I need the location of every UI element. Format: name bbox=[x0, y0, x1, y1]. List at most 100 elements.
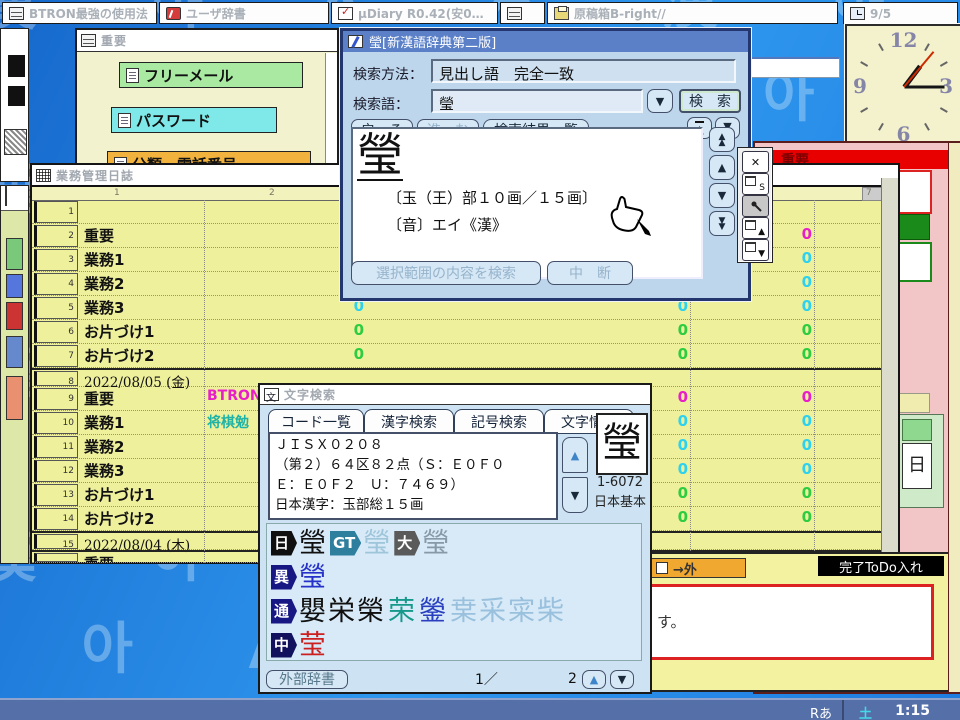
candidate-chars[interactable]: 鎣 bbox=[419, 598, 448, 625]
cell-value[interactable]: 0 bbox=[644, 345, 688, 363]
row-number[interactable]: 12 bbox=[34, 460, 78, 482]
row-label-cell[interactable]: 重要 bbox=[84, 388, 114, 409]
row-number[interactable]: 1 bbox=[34, 201, 78, 223]
table-row[interactable]: 6 お片づけ1 0 0 0 bbox=[32, 320, 894, 344]
tab-kanji-search[interactable]: 漢字検索 bbox=[364, 409, 454, 434]
cell-value[interactable]: 0 bbox=[768, 321, 812, 339]
table-row[interactable]: 7 お片づけ2 0 0 0 bbox=[32, 344, 894, 368]
pin-button[interactable] bbox=[742, 195, 769, 217]
row-number[interactable]: 2 bbox=[34, 225, 78, 247]
row-label-cell[interactable]: 業務2 bbox=[84, 436, 124, 457]
row-label-cell[interactable]: 業務3 bbox=[84, 460, 124, 481]
window-tab-genkobako[interactable]: 原稿箱B-right// bbox=[547, 2, 838, 24]
row-number[interactable]: 13 bbox=[34, 484, 78, 506]
column-header[interactable]: 2 bbox=[269, 188, 275, 198]
scrollbar-corner[interactable] bbox=[862, 187, 882, 201]
cell-value[interactable]: 0 bbox=[768, 273, 812, 291]
row-label-cell[interactable]: 業務1 bbox=[84, 412, 124, 433]
list-item[interactable] bbox=[6, 274, 23, 298]
candidate-chars[interactable]: 嬰栄榮 bbox=[299, 598, 386, 625]
candidate-chars[interactable]: 瑩 bbox=[422, 530, 451, 557]
cell-value[interactable]: 0 bbox=[768, 508, 812, 526]
candidate-chars[interactable]: 荣 bbox=[388, 598, 417, 625]
cell-text[interactable]: BTRON bbox=[207, 388, 262, 404]
row-label-cell[interactable]: 業務3 bbox=[84, 297, 124, 318]
row-label-cell[interactable]: 重要 bbox=[84, 553, 114, 562]
cell-value[interactable]: 0 bbox=[768, 412, 812, 430]
cell-value[interactable]: 0 bbox=[768, 297, 812, 315]
window-tab-cabinet[interactable] bbox=[500, 2, 545, 24]
background-window-sliver2[interactable] bbox=[0, 185, 29, 564]
page-down-button[interactable]: ▼ bbox=[610, 669, 634, 689]
window-tab-btron-book[interactable]: BTRON最強の使用法 bbox=[2, 2, 157, 24]
note-box[interactable]: す。 bbox=[648, 584, 934, 660]
scroll-up-button[interactable]: ▲ bbox=[562, 437, 588, 473]
window-titlebar[interactable]: 重要 bbox=[77, 30, 337, 52]
term-dropdown-button[interactable]: ▼ bbox=[647, 89, 673, 113]
out-button[interactable]: →外 bbox=[650, 558, 746, 578]
background-window-sliver[interactable] bbox=[0, 28, 29, 182]
abort-button[interactable]: 中 断 bbox=[547, 261, 633, 285]
row-label-cell[interactable]: 業務2 bbox=[84, 273, 124, 294]
scrollbar[interactable] bbox=[881, 178, 898, 562]
cell-value[interactable]: 0 bbox=[768, 249, 812, 267]
todo-day-box[interactable]: 日 bbox=[902, 443, 932, 489]
row-number[interactable]: 6 bbox=[34, 321, 78, 343]
list-item-password[interactable]: パスワード bbox=[111, 107, 277, 133]
search-method-field[interactable]: 見出し語 完全一致 bbox=[431, 59, 736, 83]
row-number[interactable]: 11 bbox=[34, 436, 78, 458]
cell-value[interactable]: 0 bbox=[768, 388, 812, 406]
done-todo-label[interactable]: 完了ToDo入れ bbox=[818, 556, 944, 576]
candidate-chars[interactable]: 瑩 bbox=[363, 530, 392, 557]
cell-value[interactable]: 0 bbox=[768, 225, 812, 243]
row-number[interactable]: 15 bbox=[34, 534, 78, 550]
list-item[interactable] bbox=[6, 238, 23, 270]
page-first-button[interactable]: ▲ ▲ bbox=[709, 127, 735, 152]
row-label-cell[interactable]: お片づけ1 bbox=[84, 484, 154, 505]
cell-value[interactable]: 0 bbox=[768, 460, 812, 478]
line-down-button[interactable]: ▼ bbox=[709, 183, 735, 208]
roll-down-button[interactable]: ▼ bbox=[742, 239, 769, 261]
external-dict-button[interactable]: 外部辞書 bbox=[266, 669, 348, 689]
scroll-down-button[interactable]: ▼ bbox=[562, 477, 588, 513]
tab-symbol-search[interactable]: 記号検索 bbox=[454, 409, 544, 434]
row-number[interactable]: 14 bbox=[34, 508, 78, 530]
cell-value[interactable]: 0 bbox=[320, 345, 364, 363]
window-titlebar[interactable]: 瑩[新漢語辞典第二版] bbox=[343, 31, 748, 52]
todo-box-red[interactable] bbox=[898, 170, 932, 214]
todo-day-chip[interactable] bbox=[902, 419, 932, 441]
row-number[interactable]: 4 bbox=[34, 273, 78, 295]
page-up-button[interactable]: ▲ bbox=[582, 669, 606, 689]
cell-value[interactable]: 0 bbox=[320, 321, 364, 339]
clock-time[interactable]: 1:15 bbox=[895, 703, 930, 719]
list-item[interactable] bbox=[6, 302, 23, 330]
window-tab-user-dict[interactable]: ユーザ辞書 bbox=[159, 2, 329, 24]
candidate-chars[interactable]: 莹 bbox=[299, 632, 328, 659]
row-number[interactable]: 9 bbox=[34, 388, 78, 410]
window-titlebar[interactable]: 文字検索 bbox=[260, 385, 650, 405]
row-label-cell[interactable]: お片づけ1 bbox=[84, 321, 154, 342]
candidate-chars[interactable]: 枽采寀柴 bbox=[450, 598, 566, 625]
todo-box-green[interactable] bbox=[898, 242, 932, 282]
list-item[interactable] bbox=[6, 336, 23, 368]
line-up-button[interactable]: ▲ bbox=[709, 155, 735, 180]
row-number[interactable]: 5 bbox=[34, 297, 78, 319]
window-tab-udiary[interactable]: μDiary R0.42(安0… bbox=[331, 2, 498, 24]
tab-code-list[interactable]: コード一覧 bbox=[268, 409, 364, 434]
list-item[interactable] bbox=[6, 376, 23, 420]
search-term-input[interactable]: 瑩 bbox=[431, 89, 643, 113]
list-item-freemail[interactable]: フリーメール bbox=[119, 62, 303, 88]
cell-value[interactable]: 0 bbox=[768, 436, 812, 454]
range-search-button[interactable]: 選択範囲の内容を検索 bbox=[351, 261, 541, 285]
close-button[interactable]: ✕ bbox=[742, 151, 769, 173]
cell-value[interactable]: 0 bbox=[768, 484, 812, 502]
store-window-button[interactable]: S bbox=[742, 173, 769, 195]
candidate-chars[interactable]: 瑩 bbox=[299, 564, 328, 591]
page-last-button[interactable]: ▼ ▼ bbox=[709, 211, 735, 236]
ime-indicator[interactable]: Rあ bbox=[810, 703, 832, 720]
cell-value[interactable]: 0 bbox=[644, 321, 688, 339]
scrollbar[interactable] bbox=[325, 53, 337, 167]
window-tab-clock[interactable]: 9/5 bbox=[843, 2, 958, 24]
row-number[interactable]: 8 bbox=[34, 371, 78, 387]
row-number[interactable]: 7 bbox=[34, 345, 78, 367]
